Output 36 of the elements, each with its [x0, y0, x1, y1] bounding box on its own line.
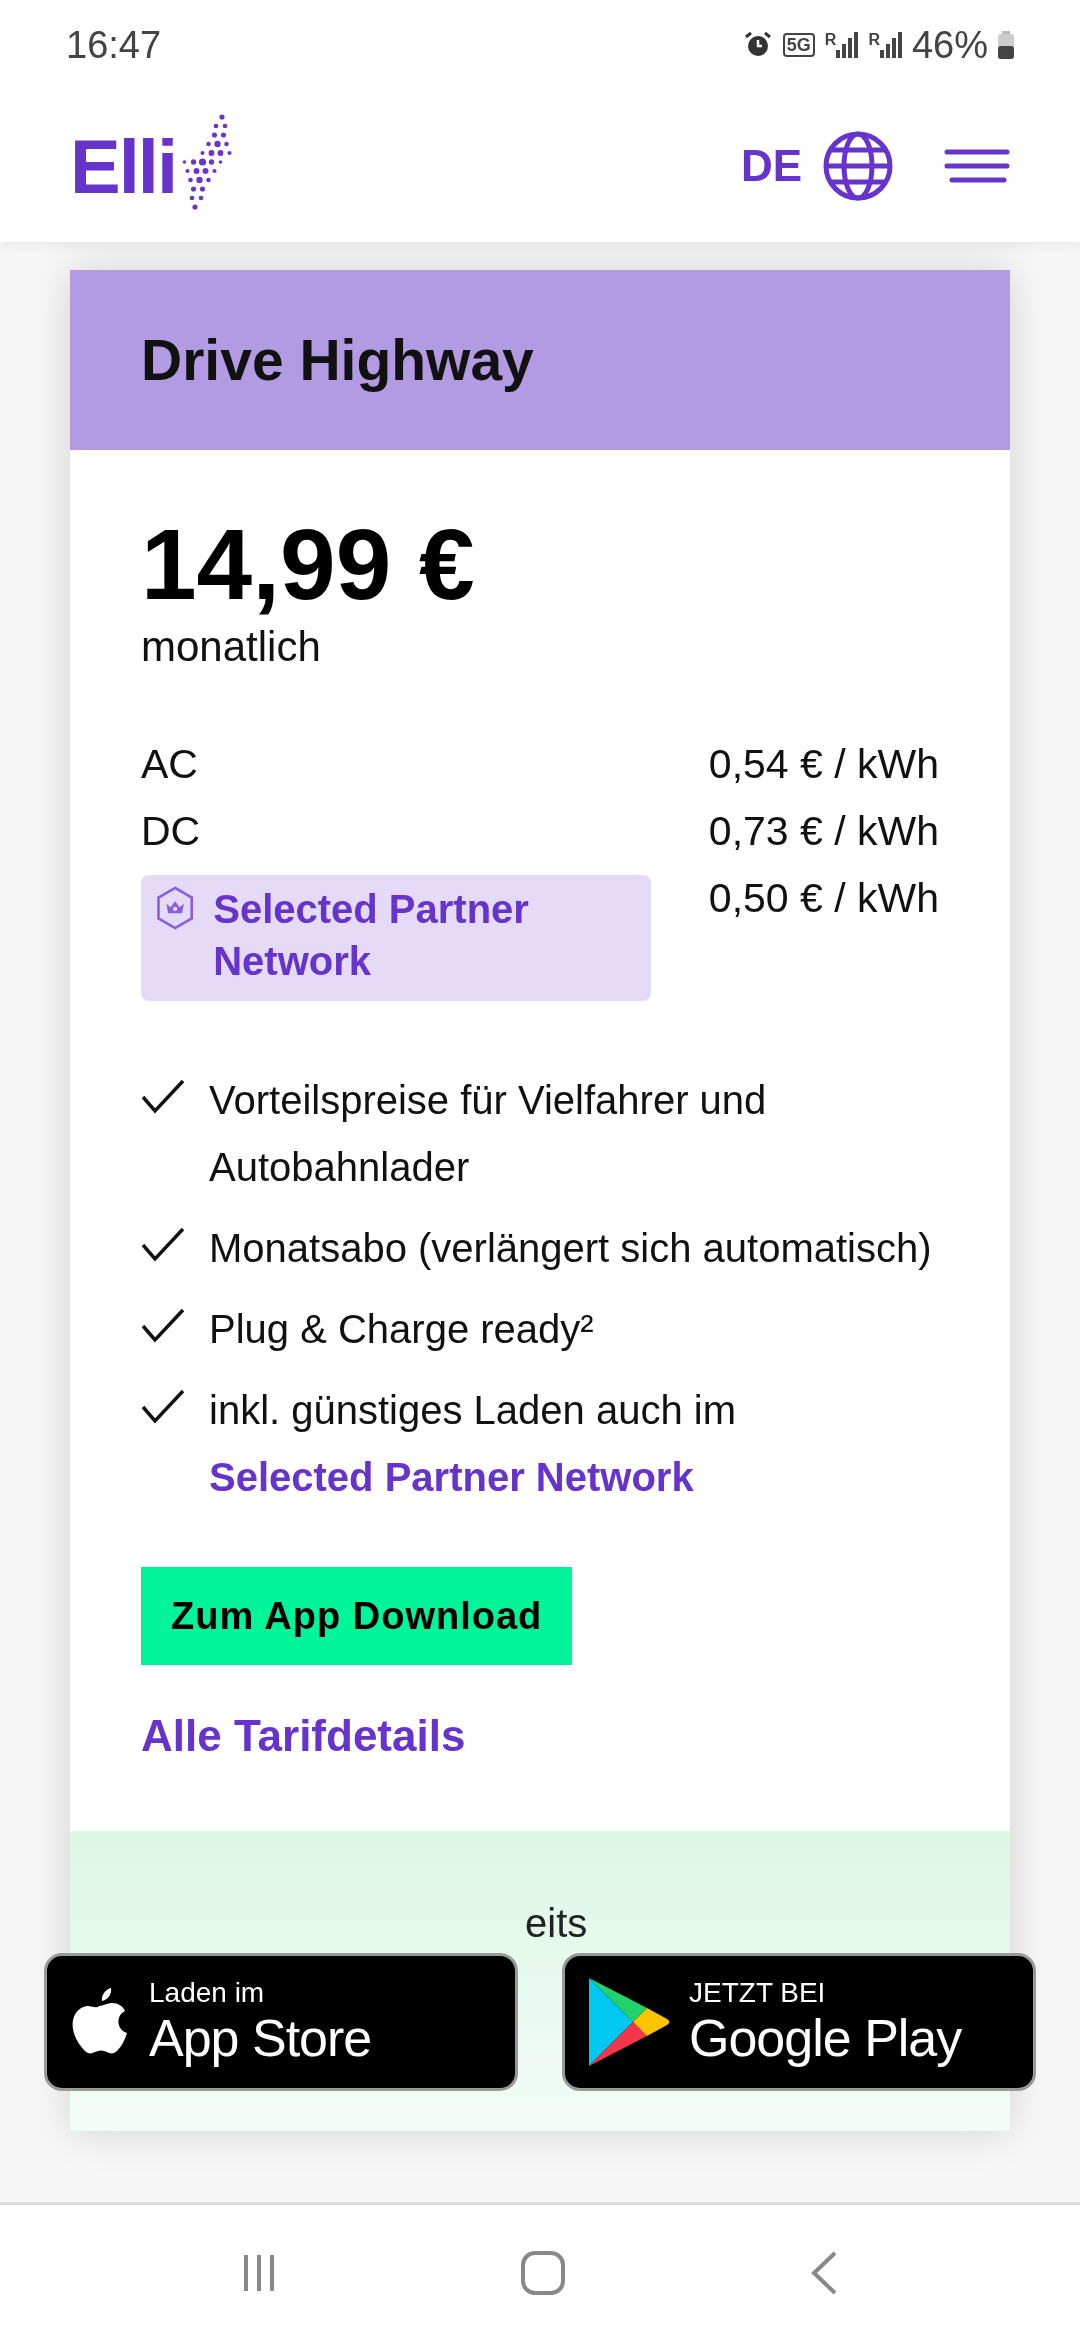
recent-apps-icon[interactable]	[242, 2252, 276, 2293]
google-play-button[interactable]: JETZT BEI Google Play	[562, 1953, 1036, 2091]
logo-text[interactable]: Elli	[70, 122, 177, 210]
tariff-title: Drive Highway	[141, 327, 534, 393]
rate-label: AC	[141, 741, 198, 788]
battery-percentage: 46%	[911, 23, 988, 67]
globe-icon[interactable]	[822, 130, 894, 202]
feature-text: Monatsabo (verlängert sich automatisch)	[209, 1225, 932, 1272]
home-icon[interactable]	[520, 2249, 566, 2296]
rate-price: 0,73 € / kWh	[708, 808, 939, 855]
app-store-button[interactable]: Laden im App Store	[44, 1953, 518, 2091]
checkmark-icon	[141, 1389, 185, 1425]
battery-icon	[998, 31, 1014, 59]
rate-label: DC	[141, 808, 201, 855]
checkmark-icon	[141, 1227, 185, 1263]
feature-text: Vorteilspreise für Vielfahrer und Autobahnlader	[209, 1077, 768, 1191]
network-indicator: 5G	[782, 33, 815, 57]
rate-price: 0,50 € / kWh	[708, 875, 939, 922]
price: 14,99 €	[141, 512, 475, 617]
tariff-details-link[interactable]: Alle Tarifdetails	[141, 1711, 466, 1761]
feature-text: Plug & Charge ready²	[209, 1306, 594, 1353]
back-icon[interactable]	[810, 2249, 838, 2296]
price-period: monatlich	[141, 623, 321, 671]
app-download-button[interactable]: Zum App Download	[141, 1567, 573, 1665]
signal-indicator: R	[868, 32, 902, 58]
signal-indicator: R	[824, 32, 859, 58]
badge-label: Selected Partner Network	[213, 886, 530, 985]
language-button[interactable]: DE	[740, 141, 802, 191]
menu-icon[interactable]	[944, 148, 1010, 184]
checkmark-icon	[141, 1308, 185, 1344]
card-text: eits	[525, 1901, 588, 1945]
partner-network-link[interactable]: Selected Partner Network	[209, 1455, 694, 1499]
checkmark-icon	[141, 1079, 185, 1115]
rate-price: 0,54 € / kWh	[708, 741, 939, 788]
status-time: 16:47	[66, 23, 162, 67]
feature-text: inkl. günstiges Laden auch im Selected Partner Network	[209, 1387, 737, 1501]
